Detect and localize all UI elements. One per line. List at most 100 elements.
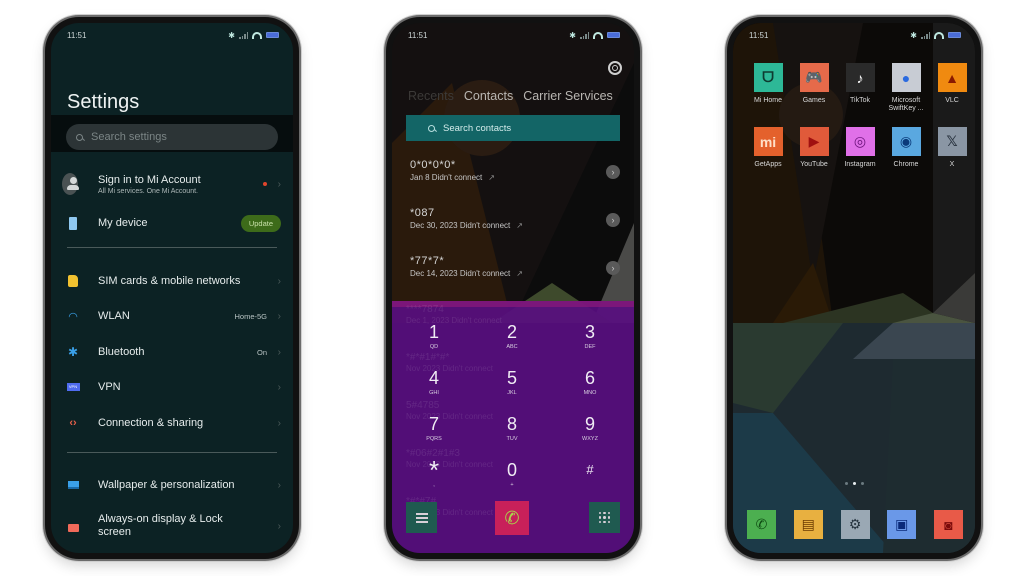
key-letters: DEF (584, 344, 596, 350)
call-log-item[interactable]: 0*0*0*0* Jan 8 Didn't connect ↗ › (410, 159, 620, 182)
dialpad-key-4[interactable]: 4 GHI (404, 369, 464, 396)
dialpad-key-9[interactable]: 9 WXYZ (560, 415, 620, 442)
chevron-right-icon: › (277, 479, 281, 491)
outgoing-arrow-icon: ↗ (488, 173, 495, 182)
sidebar-item-connection-sharing[interactable]: ‹› Connection & sharing › (51, 415, 293, 431)
app-label: YouTube (800, 161, 828, 168)
search-contacts-input[interactable]: Search contacts (406, 115, 620, 141)
home-screen: 11:51 ✱ ᗜ Mi Home 🎮 Games ♪ TikTok ● Microsoft … (733, 23, 975, 553)
app-tiktok[interactable]: ♪ TikTok (837, 63, 883, 113)
camera-icon[interactable]: ◙ (934, 510, 963, 539)
tab-contacts[interactable]: Contacts (464, 89, 513, 103)
dialpad-key-5[interactable]: 5 JKL (482, 369, 542, 396)
phone-icon[interactable]: ✆ (747, 510, 776, 539)
key-digit: * (428, 455, 440, 485)
dialpad-key-2[interactable]: 2 ABC (482, 323, 542, 350)
battery-icon (607, 32, 620, 38)
settings-icon[interactable]: ⚙ (840, 510, 870, 539)
bluetooth-status-icon: ✱ (228, 30, 235, 40)
divider (67, 452, 277, 453)
search-icon (428, 124, 435, 132)
app-chrome[interactable]: ◉ Chrome (883, 127, 929, 169)
update-button[interactable]: Update (240, 214, 281, 232)
menu-icon (415, 512, 428, 523)
dialpad-key-7[interactable]: 7 PQRS (404, 415, 464, 442)
item-label: VPN (98, 381, 121, 393)
item-value: Home-5G (234, 311, 267, 321)
sidebar-item-sim-cards[interactable]: SIM cards & mobile networks › (51, 273, 293, 289)
dialpad-key-hash[interactable]: # (560, 461, 620, 482)
app-getapps[interactable]: mi GetApps (745, 127, 791, 169)
call-log-item[interactable]: *087 Dec 30, 2023 Didn't connect ↗ › (410, 207, 620, 230)
app-youtube[interactable]: ▶ YouTube (791, 127, 837, 169)
tab-carrier-services[interactable]: Carrier Services (523, 89, 613, 103)
gallery-icon[interactable]: ▣ (887, 510, 917, 539)
dialpad-key-6[interactable]: 6 MNO (560, 369, 620, 396)
key-digit: # (586, 462, 594, 477)
page-dot[interactable] (860, 482, 864, 485)
instagram-icon: ◎ (845, 127, 875, 156)
app-x[interactable]: 𝕏X (929, 127, 975, 169)
dialpad-key-8[interactable]: 8 TUV (482, 415, 542, 442)
sidebar-item-vpn[interactable]: VPN VPN › (51, 379, 293, 395)
call-number: *087 (410, 207, 435, 219)
mi-account-row[interactable]: Sign in to Mi Account All Mi services. O… (51, 170, 293, 198)
sidebar-item-wallpaper[interactable]: Wallpaper & personalization › (51, 477, 293, 493)
key-letters: WXYZ (582, 436, 598, 442)
keypad-toggle-button[interactable] (589, 502, 620, 533)
chevron-right-icon: › (277, 310, 281, 322)
call-number: 0*0*0*0* (410, 159, 456, 171)
call-detail-button[interactable]: › (606, 213, 620, 227)
page-indicator (733, 482, 975, 485)
app-vlc[interactable]: ▲ VLC (929, 63, 975, 113)
vpn-icon: VPN (65, 379, 81, 395)
chevron-right-icon: › (277, 417, 281, 429)
status-bar: 11:51 ✱ (733, 23, 975, 47)
bluetooth-icon: ✱ (67, 345, 79, 359)
search-placeholder: Search contacts (443, 122, 512, 134)
page-title: Settings (67, 91, 140, 113)
tab-recents[interactable]: Recents (408, 89, 454, 103)
app-label: VLC (945, 97, 959, 104)
dialpad-key-star[interactable]: *, (404, 455, 464, 488)
sidebar-item-bluetooth[interactable]: ✱ Bluetooth On › (51, 344, 293, 360)
wifi-status-icon (934, 31, 944, 39)
call-meta: Jan 8 Didn't connect (410, 173, 483, 182)
key-digit: 0 (506, 460, 517, 480)
app-label: Chrome (893, 161, 919, 168)
menu-button[interactable] (406, 502, 437, 533)
avatar-icon (62, 173, 79, 195)
dialpad-key-3[interactable]: 3 DEF (560, 323, 620, 350)
page-dot[interactable] (852, 482, 856, 485)
call-detail-button[interactable]: › (606, 165, 620, 179)
key-digit: 8 (506, 414, 517, 434)
keypad-icon (598, 511, 611, 524)
item-label: Always-on display & Lock screen (98, 513, 223, 538)
item-label: Connection & sharing (98, 417, 204, 429)
dialpad-key-1[interactable]: 1 QD (404, 323, 464, 350)
sidebar-item-wlan[interactable]: ◠ WLAN Home-5G › (51, 308, 293, 324)
sim-card-icon (65, 273, 81, 289)
search-input[interactable]: Search settings (66, 124, 278, 150)
app-instagram[interactable]: ◎ Instagram (837, 127, 883, 169)
settings-gear-icon[interactable] (608, 61, 622, 75)
chevron-right-icon: › (277, 520, 281, 532)
search-placeholder: Search settings (91, 131, 167, 143)
dialpad-key-0[interactable]: 0 + (482, 461, 542, 488)
call-button[interactable]: ✆ (495, 501, 529, 535)
call-meta: Dec 14, 2023 Didn't connect (410, 269, 511, 278)
sidebar-item-lock-screen[interactable]: Always-on display & Lock screen › (51, 513, 293, 539)
app-microsoft-swiftkey[interactable]: ● Microsoft SwiftKey ... (883, 63, 929, 113)
page-dot[interactable] (844, 482, 848, 485)
call-log-item[interactable]: *77*7* Dec 14, 2023 Didn't connect ↗ › (410, 255, 620, 278)
phone-home: 11:51 ✱ ᗜ Mi Home 🎮 Games ♪ TikTok ● Microsoft … (727, 17, 981, 559)
search-icon (76, 133, 83, 141)
my-device-row[interactable]: My device Update (51, 213, 293, 233)
app-mi-home[interactable]: ᗜ Mi Home (745, 63, 791, 113)
app-games[interactable]: 🎮 Games (791, 63, 837, 113)
phone-icon: ✆ (504, 507, 520, 528)
status-time: 11:51 (749, 30, 769, 40)
messages-icon[interactable]: ▤ (793, 510, 823, 539)
item-label: SIM cards & mobile networks (98, 275, 241, 287)
call-detail-button[interactable]: › (606, 261, 620, 275)
